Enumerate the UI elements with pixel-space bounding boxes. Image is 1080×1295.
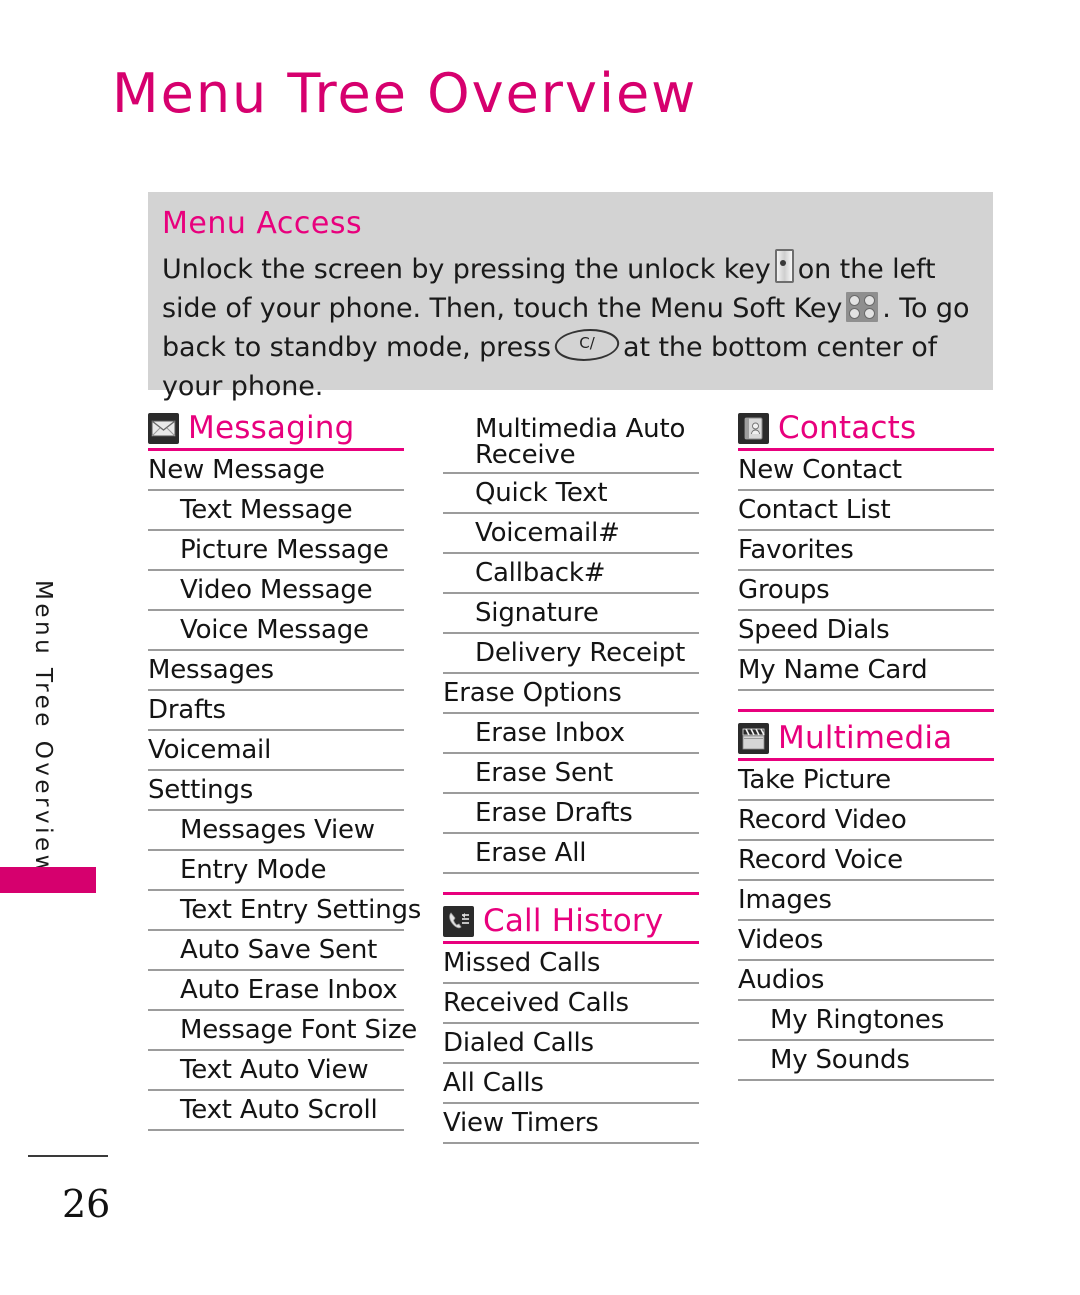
menu-item: Erase Inbox (443, 714, 699, 754)
section-header-call-history: Call History (443, 892, 699, 944)
footer-rule (28, 1155, 108, 1157)
manual-page: Menu Tree Overview Menu Tree Overview Me… (0, 0, 1080, 1295)
menu-item: View Timers (443, 1104, 699, 1144)
envelope-icon (148, 412, 179, 444)
menu-access-panel: Menu Access Unlock the screen by pressin… (148, 192, 993, 402)
menu-list-call-history: Missed Calls Received Calls Dialed Calls Al… (443, 944, 699, 1144)
menu-item: Contact List (738, 491, 994, 531)
side-tab: Menu Tree Overview (0, 580, 96, 893)
section-title-call-history: Call History (483, 903, 664, 939)
menu-item: Erase Sent (443, 754, 699, 794)
menu-item: Video Message (148, 571, 404, 611)
menu-item: Favorites (738, 531, 994, 571)
menu-item: Erase All (443, 834, 699, 874)
section-header-multimedia: Multimedia (738, 709, 994, 761)
menu-item: Take Picture (738, 761, 994, 801)
menu-access-line1-a: Unlock the screen by pressing the unlock… (162, 254, 771, 285)
menu-item: Message Font Size (148, 1011, 417, 1051)
column-messaging: Messaging New Message Text Message Picture… (148, 410, 421, 1131)
menu-item: Callback# (443, 554, 699, 594)
section-title-contacts: Contacts (778, 410, 917, 446)
clear-end-key-label: C/ (579, 334, 595, 352)
section-header-messaging: Messaging (148, 410, 404, 451)
menu-access-body: Unlock the screen by pressing the unlock… (162, 249, 977, 406)
unlock-key-icon (774, 249, 794, 283)
menu-item: Voicemail (148, 731, 404, 771)
clapperboard-icon (738, 722, 769, 754)
menu-item: Drafts (148, 691, 404, 731)
menu-item: Multimedia Auto Receive (443, 410, 699, 474)
section-title-messaging: Messaging (188, 410, 355, 446)
menu-item: Messages View (148, 811, 404, 851)
menu-item: Groups (738, 571, 994, 611)
menu-item: Images (738, 881, 994, 921)
menu-item: Settings (148, 771, 404, 811)
menu-item: Record Voice (738, 841, 994, 881)
menu-item: New Contact (738, 451, 994, 491)
menu-item: Voicemail# (443, 514, 699, 554)
menu-item: Dialed Calls (443, 1024, 699, 1064)
menu-list-contacts: New Contact Contact List Favorites Groups Sp… (738, 451, 994, 691)
menu-item: My Ringtones (738, 1001, 994, 1041)
section-header-contacts: Contacts (738, 410, 994, 451)
menu-access-line2-a: your phone. Then, touch the Menu Soft Ke… (259, 293, 843, 324)
side-tab-accent-bar (0, 867, 96, 893)
menu-item: Text Message (148, 491, 404, 531)
menu-list-multimedia: Take Picture Record Video Record Voice Imag… (738, 761, 994, 1081)
page-number: 26 (62, 1182, 111, 1226)
menu-item: Text Entry Settings (148, 891, 421, 931)
menu-item: Speed Dials (738, 611, 994, 651)
menu-list-messaging: New Message Text Message Picture Message Vi… (148, 451, 421, 1131)
menu-item: Picture Message (148, 531, 404, 571)
clear-end-key-icon: C/ (551, 329, 623, 361)
menu-item: Entry Mode (148, 851, 404, 891)
menu-item: Missed Calls (443, 944, 699, 984)
menu-item: Quick Text (443, 474, 699, 514)
menu-item: Videos (738, 921, 994, 961)
menu-item: Record Video (738, 801, 994, 841)
menu-item: Text Auto Scroll (148, 1091, 404, 1131)
menu-soft-key-icon (846, 292, 879, 322)
menu-item: Delivery Receipt (443, 634, 699, 674)
column-messaging-continued: Multimedia Auto Receive Quick Text Voicema… (443, 410, 699, 1144)
menu-item: Auto Save Sent (148, 931, 404, 971)
page-title: Menu Tree Overview (112, 62, 698, 125)
menu-item: Audios (738, 961, 994, 1001)
column-contacts-multimedia: Contacts New Contact Contact List Favorite… (738, 410, 994, 1081)
menu-list-messaging-continued: Multimedia Auto Receive Quick Text Voicema… (443, 410, 699, 874)
section-title-multimedia: Multimedia (778, 720, 953, 756)
side-tab-label: Menu Tree Overview (30, 580, 56, 877)
menu-item: Erase Drafts (443, 794, 699, 834)
phone-history-icon (443, 905, 474, 937)
menu-item: My Sounds (738, 1041, 994, 1081)
menu-item: New Message (148, 451, 404, 491)
contact-book-icon (738, 412, 769, 444)
menu-item: All Calls (443, 1064, 699, 1104)
menu-item: Received Calls (443, 984, 699, 1024)
menu-access-line3-a: standby mode, press (269, 332, 552, 363)
menu-item: Auto Erase Inbox (148, 971, 404, 1011)
menu-item: My Name Card (738, 651, 994, 691)
menu-access-title: Menu Access (162, 206, 363, 241)
menu-item: Signature (443, 594, 699, 634)
menu-item: Messages (148, 651, 404, 691)
menu-item: Text Auto View (148, 1051, 404, 1091)
menu-item: Erase Options (443, 674, 699, 714)
menu-item: Voice Message (148, 611, 404, 651)
